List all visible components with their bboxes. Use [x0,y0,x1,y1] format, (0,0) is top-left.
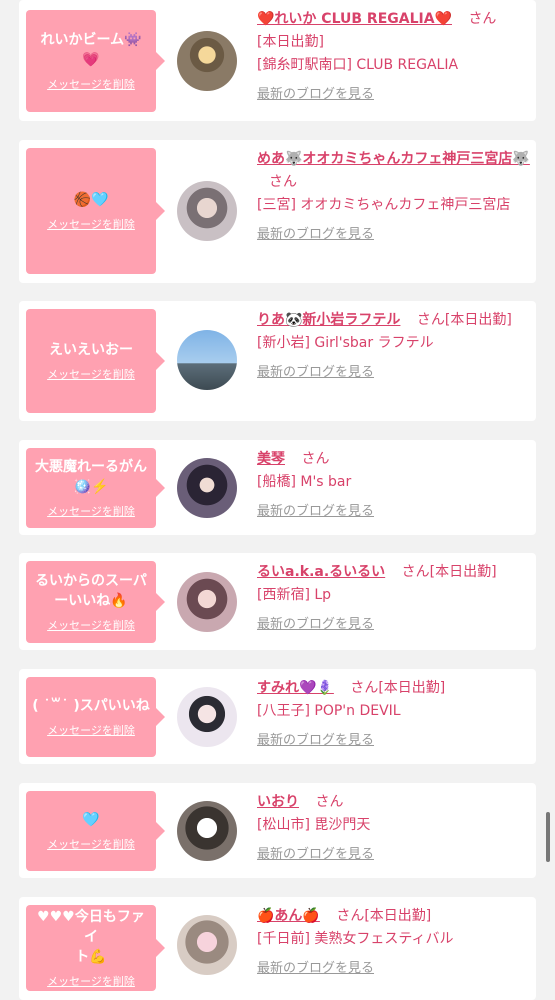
shop-label: [八王子] POP'n DEVIL [257,703,401,719]
card: 大悪魔れーるがん 🪩⚡️ メッセージを削除 美琴 さん [船橋] M's bar… [19,440,536,535]
message-text: ( ˙꒳˙ )スパいいね [32,698,150,714]
message-text: ♥♥♥今日もファイ ト💪 [37,909,145,965]
cast-info: るいa.k.a.るいるい さん[本日出勤] [西新宿] Lp 最新のブログを見る [257,561,532,632]
cast-name-link[interactable]: るいa.k.a.るいるい [257,564,385,580]
card: れいかビーム👾 💗 メッセージを削除 ❤️れいか CLUB REGALIA❤️ … [19,0,536,121]
message-text: 🏀🩵 [73,192,109,208]
scrollbar[interactable] [546,812,550,862]
san-label: さん [315,794,344,810]
shop-label: [松山市] 毘沙門天 [257,817,371,833]
avatar[interactable] [177,915,237,975]
blog-link[interactable]: 最新のブログを見る [257,223,532,242]
cast-info: めあ🐺オオカミちゃんカフェ神戸三宮店🐺 さん [三宮] オオカミちゃんカフェ神戸… [257,148,532,242]
blog-link[interactable]: 最新のブログを見る [257,83,532,102]
message-bubble: 🏀🩵 メッセージを削除 [26,148,165,274]
delete-message-link[interactable]: メッセージを削除 [47,216,135,232]
message-text: 大悪魔れーるがん 🪩⚡️ [35,459,147,495]
card: ♥♥♥今日もファイ ト💪 メッセージを削除 🍎あん🍎 さん[本日出勤] [千日前… [19,897,536,1000]
message-text: 🩵 [82,812,100,828]
blog-link[interactable]: 最新のブログを見る [257,957,532,976]
message-bubble: 大悪魔れーるがん 🪩⚡️ メッセージを削除 [26,448,165,528]
delete-message-link[interactable]: メッセージを削除 [47,973,135,989]
cast-name-line: めあ🐺オオカミちゃんカフェ神戸三宮店🐺 さん [257,148,532,194]
shop-label: [錦糸町駅南口] CLUB REGALIA [257,57,459,73]
san-label: さん [301,451,330,467]
shop-label: [千日前] 美熟女フェスティバル [257,931,454,947]
cast-info: 美琴 さん [船橋] M's bar 最新のブログを見る [257,448,532,519]
message-bubble: れいかビーム👾 💗 メッセージを削除 [26,10,165,112]
message-text: えいえいおー [49,342,133,358]
cast-name-line: 美琴 さん [257,448,532,471]
avatar[interactable] [177,181,237,241]
delete-message-link[interactable]: メッセージを削除 [47,836,135,852]
delete-message-link[interactable]: メッセージを削除 [47,503,135,519]
message-bubble: ( ˙꒳˙ )スパいいね メッセージを削除 [26,677,165,757]
message-text: るいからのスーパ ーいいね🔥 [35,573,147,609]
cast-name-line: いおり さん [257,791,532,814]
shop-label: [新小岩] Girl'sbar ラフテル [257,335,434,351]
delete-message-link[interactable]: メッセージを削除 [47,722,135,738]
message-bubble: るいからのスーパ ーいいね🔥 メッセージを削除 [26,561,165,643]
avatar[interactable] [177,458,237,518]
san-label: さん[本日出勤] [416,312,512,328]
shop-label: [三宮] オオカミちゃんカフェ神戸三宮店 [257,197,511,213]
cast-name-link[interactable]: 🍎あん🍎 [257,908,320,924]
cast-info: ❤️れいか CLUB REGALIA❤️ さん [本日出勤] [錦糸町駅南口] … [257,8,532,102]
san-label: さん[本日出勤] [401,564,497,580]
cast-info: すみれ💜🪻 さん[本日出勤] [八王子] POP'n DEVIL 最新のブログを… [257,677,532,748]
card: るいからのスーパ ーいいね🔥 メッセージを削除 るいa.k.a.るいるい さん[… [19,553,536,650]
cast-name-line: すみれ💜🪻 さん[本日出勤] [257,677,532,700]
cast-name-line: ❤️れいか CLUB REGALIA❤️ さん [257,8,532,31]
cast-info: 🍎あん🍎 さん[本日出勤] [千日前] 美熟女フェスティバル 最新のブログを見る [257,905,532,976]
message-bubble: 🩵 メッセージを削除 [26,791,165,871]
message-text: れいかビーム👾 💗 [40,32,142,68]
cast-info: りあ🐼新小岩ラフテル さん[本日出勤] [新小岩] Girl'sbar ラフテル… [257,309,532,380]
card: ( ˙꒳˙ )スパいいね メッセージを削除 すみれ💜🪻 さん[本日出勤] [八王… [19,669,536,764]
cast-name-link[interactable]: めあ🐺オオカミちゃんカフェ神戸三宮店🐺 [257,151,530,167]
cast-name-line: 🍎あん🍎 さん[本日出勤] [257,905,532,928]
san-label: さん[本日出勤] [336,908,432,924]
san-label: さん [468,11,497,27]
cast-name-link[interactable]: すみれ💜🪻 [257,680,334,696]
avatar[interactable] [177,572,237,632]
shop-label: [船橋] M's bar [257,474,352,490]
card: えいえいおー メッセージを削除 りあ🐼新小岩ラフテル さん[本日出勤] [新小岩… [19,301,536,421]
avatar[interactable] [177,687,237,747]
blog-link[interactable]: 最新のブログを見る [257,613,532,632]
cast-name-line: るいa.k.a.るいるい さん[本日出勤] [257,561,532,584]
message-bubble: ♥♥♥今日もファイ ト💪 メッセージを削除 [26,905,165,991]
blog-link[interactable]: 最新のブログを見る [257,729,532,748]
message-bubble: えいえいおー メッセージを削除 [26,309,165,413]
card: 🩵 メッセージを削除 いおり さん [松山市] 毘沙門天 最新のブログを見る [19,783,536,878]
cast-name-link[interactable]: いおり [257,794,299,810]
cast-info: いおり さん [松山市] 毘沙門天 最新のブログを見る [257,791,532,862]
avatar[interactable] [177,330,237,390]
avatar[interactable] [177,801,237,861]
attendance-label: [本日出勤] [257,34,324,50]
blog-link[interactable]: 最新のブログを見る [257,361,532,380]
avatar[interactable] [177,31,237,91]
cast-name-link[interactable]: ❤️れいか CLUB REGALIA❤️ [257,11,452,27]
san-label: さん [269,174,297,190]
delete-message-link[interactable]: メッセージを削除 [47,617,135,633]
delete-message-link[interactable]: メッセージを削除 [47,366,135,382]
cast-name-link[interactable]: りあ🐼新小岩ラフテル [257,312,400,328]
cast-name-link[interactable]: 美琴 [257,451,285,467]
card: 🏀🩵 メッセージを削除 めあ🐺オオカミちゃんカフェ神戸三宮店🐺 さん [三宮] … [19,140,536,283]
blog-link[interactable]: 最新のブログを見る [257,843,532,862]
delete-message-link[interactable]: メッセージを削除 [47,76,135,92]
cast-name-line: りあ🐼新小岩ラフテル さん[本日出勤] [257,309,532,332]
shop-label: [西新宿] Lp [257,587,332,603]
blog-link[interactable]: 最新のブログを見る [257,500,532,519]
san-label: さん[本日出勤] [350,680,446,696]
